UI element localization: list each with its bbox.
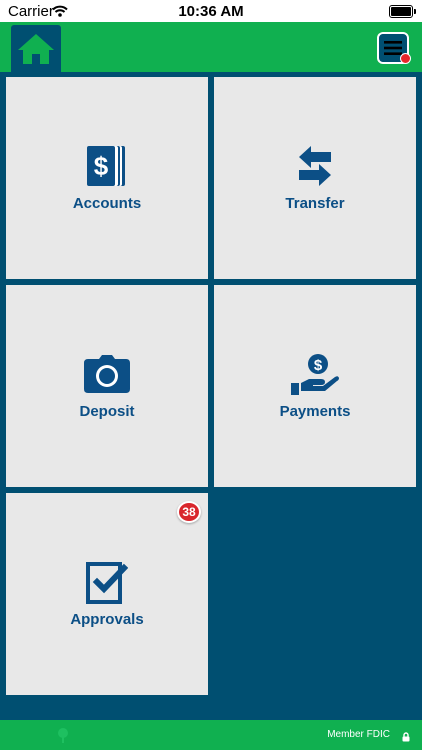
tile-label-approvals: Approvals [70,611,144,628]
checkbox-icon [6,559,208,605]
status-time: 10:36 AM [178,3,244,20]
approvals-badge: 38 [177,501,201,523]
svg-text:$: $ [314,357,323,374]
dollar-cards-icon: $ [6,143,208,189]
svg-text:$: $ [94,151,109,181]
home-button[interactable] [11,25,61,72]
home-icon [18,33,54,64]
tile-deposit[interactable]: Deposit [6,285,208,487]
lock-icon [402,729,410,747]
tile-label-deposit: Deposit [79,403,135,420]
tile-label-transfer: Transfer [285,195,345,212]
tile-payments[interactable]: $ Payments [214,285,416,487]
battery-icon [389,5,416,18]
tile-label-accounts: Accounts [72,195,142,212]
hamburger-menu-icon [384,41,402,55]
tree-logo-icon [56,727,70,748]
status-bar: Carrier 10:36 AM [0,0,422,22]
tile-transfer[interactable]: Transfer [214,77,416,279]
footer-bar: Member FDIC [0,720,422,750]
tile-label-payments: Payments [279,403,351,420]
transfer-arrows-icon [214,143,416,189]
hand-dollar-icon: $ [214,351,416,397]
top-header [0,22,422,72]
tile-approvals[interactable]: Approvals [6,493,208,695]
tile-accounts[interactable]: $ Accounts [6,77,208,279]
member-fdic-label: Member FDIC [327,729,390,740]
camera-icon [6,351,208,397]
notification-dot [400,53,411,64]
